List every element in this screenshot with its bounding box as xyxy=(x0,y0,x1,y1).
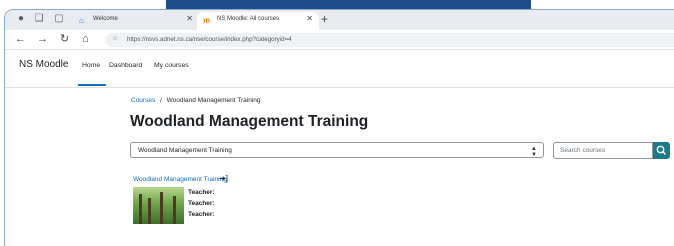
search-courses-input[interactable]: Search courses xyxy=(553,142,653,159)
dropdown-chevron-icon: ▲ ▼ xyxy=(531,146,537,158)
home-icon[interactable]: ⌂ xyxy=(82,33,89,46)
tab-strip: ● ❏ ▢ ⌂ Welcome ✕ m NS Moodle: All cours… xyxy=(5,10,674,30)
close-icon[interactable]: ✕ xyxy=(186,14,193,23)
address-bar-row: ← → ↻ ⌂ ○ https://nsvs.adnet.ns.ca/nse/c… xyxy=(5,30,674,50)
breadcrumb: Courses / Woodland Management Training xyxy=(131,97,260,104)
nav-my-courses[interactable]: My courses xyxy=(154,62,189,69)
tab-welcome[interactable]: ⌂ Welcome ✕ xyxy=(73,12,199,30)
search-placeholder: Search courses xyxy=(560,147,606,154)
url-text: https://nsvs.adnet.ns.ca/nse/course/inde… xyxy=(127,36,292,43)
lock-icon: ○ xyxy=(113,35,118,42)
profile-icon[interactable]: ● xyxy=(15,13,27,25)
moodle-favicon: m xyxy=(203,16,211,25)
course-image[interactable] xyxy=(133,187,184,224)
teacher-label: Teacher: xyxy=(188,189,215,196)
breadcrumb-current: Woodland Management Training xyxy=(166,97,261,104)
nav-dashboard[interactable]: Dashboard xyxy=(109,62,142,69)
back-icon[interactable]: ← xyxy=(15,33,26,46)
site-brand[interactable]: NS Moodle xyxy=(19,59,68,70)
course-link[interactable]: Woodland Management Training xyxy=(133,176,227,183)
reload-icon[interactable]: ↻ xyxy=(60,33,69,46)
new-tab-icon[interactable]: + xyxy=(321,12,328,26)
workspaces-icon[interactable]: ❏ xyxy=(33,13,45,25)
tab-title: NS Moodle: All courses xyxy=(217,16,280,22)
welcome-favicon: ⌂ xyxy=(79,16,84,25)
search-icon xyxy=(656,145,667,156)
category-select-value: Woodland Management Training xyxy=(138,147,232,154)
tab-ns-moodle[interactable]: m NS Moodle: All courses ✕ xyxy=(197,12,319,30)
teacher-label: Teacher: xyxy=(188,211,215,218)
page-title: Woodland Management Training xyxy=(130,113,369,130)
nav-active-indicator xyxy=(78,84,106,86)
address-bar[interactable]: ○ https://nsvs.adnet.ns.ca/nse/course/in… xyxy=(105,33,674,47)
close-icon[interactable]: ✕ xyxy=(306,14,313,23)
moodle-navbar: NS Moodle Home Dashboard My courses xyxy=(5,51,674,88)
search-button[interactable] xyxy=(653,142,670,159)
teacher-label: Teacher: xyxy=(188,200,215,207)
breadcrumb-courses[interactable]: Courses xyxy=(131,97,155,104)
breadcrumb-separator: / xyxy=(160,97,162,104)
tab-actions-icon[interactable]: ▢ xyxy=(53,13,65,25)
category-select[interactable]: Woodland Management Training ▲ ▼ xyxy=(130,142,544,158)
enrol-icon: ➜] xyxy=(219,174,228,183)
nav-home[interactable]: Home xyxy=(82,62,100,69)
forward-icon[interactable]: → xyxy=(37,33,48,46)
tab-title: Welcome xyxy=(93,16,118,22)
